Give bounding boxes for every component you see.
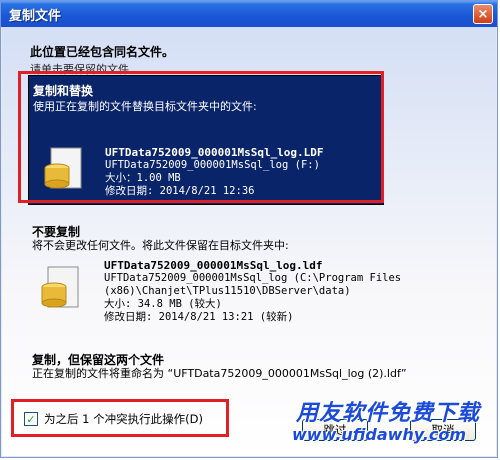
option-skip-description: 将不会更改任何文件。将此文件保留在目标文件夹中:: [32, 239, 289, 252]
skip-file-modified: 修改日期: 2014/8/21 13:21 (较新): [104, 311, 294, 323]
title-bar[interactable]: 复制文件 ×: [1, 1, 497, 27]
apply-to-all-label: 为之后 1 个冲突执行此操作(D): [44, 412, 203, 426]
apply-to-all-checkbox-row[interactable]: ✓ 为之后 1 个冲突执行此操作(D): [24, 411, 203, 427]
option-do-not-copy[interactable]: 不要复制 将不会更改任何文件。将此文件保留在目标文件夹中: UFTData752…: [28, 217, 488, 342]
option-replace-title: 复制和替换: [33, 84, 94, 98]
option-keep-both-description: 正在复制的文件将重命名为 “UFTData752009_000001MsSql_…: [32, 367, 407, 380]
apply-to-all-checkbox[interactable]: ✓: [24, 412, 38, 426]
replace-file-name: UFTData752009_000001MsSql_log.LDF: [105, 146, 324, 159]
option-replace-description: 使用正在复制的文件替换目标文件夹中的文件:: [33, 100, 257, 113]
watermark-url: www.ufidawhy.com: [292, 425, 466, 444]
window-title: 复制文件: [9, 8, 62, 24]
close-icon[interactable]: ×: [473, 4, 493, 24]
watermark-text: 用友软件免费下载: [295, 401, 480, 426]
option-copy-keep-both[interactable]: 复制，但保留这两个文件 正在复制的文件将重命名为 “UFTData752009_…: [28, 345, 488, 393]
dialog-content: 此位置已经包含同名文件。 请单击要保留的文件 复制和替换 使用正在复制的文件替换…: [2, 27, 496, 456]
dialog-heading: 此位置已经包含同名文件。: [30, 45, 175, 59]
copy-file-dialog: 复制文件 × 此位置已经包含同名文件。 请单击要保留的文件 复制和替换 使用正在…: [0, 0, 498, 458]
replace-file-details: UFTData752009_000001MsSql_log.LDF UFTDat…: [105, 146, 324, 198]
replace-file-modified: 修改日期: 2014/8/21 12:36: [105, 185, 255, 197]
database-file-icon: [41, 266, 79, 308]
skip-file-name: UFTData752009_000001MsSql_log.ldf: [104, 259, 323, 272]
skip-file-details: UFTData752009_000001MsSql_log.ldf UFTDat…: [104, 259, 401, 324]
skip-file-path-line1: UFTData752009_000001MsSql_log (C:\Progra…: [104, 272, 402, 284]
replace-file-size: 大小：1.00 MB: [105, 172, 181, 184]
skip-file-path-line2: (x86)\Chanjet\TPlus11510\DBServer\data): [104, 285, 351, 297]
option-copy-and-replace[interactable]: 复制和替换 使用正在复制的文件替换目标文件夹中的文件: UFTData75200…: [28, 75, 384, 205]
replace-file-path: UFTData752009_000001MsSql_log (F:): [105, 159, 320, 171]
database-file-icon: [44, 147, 82, 189]
skip-file-size: 大小: 34.8 MB (较大): [104, 298, 222, 310]
